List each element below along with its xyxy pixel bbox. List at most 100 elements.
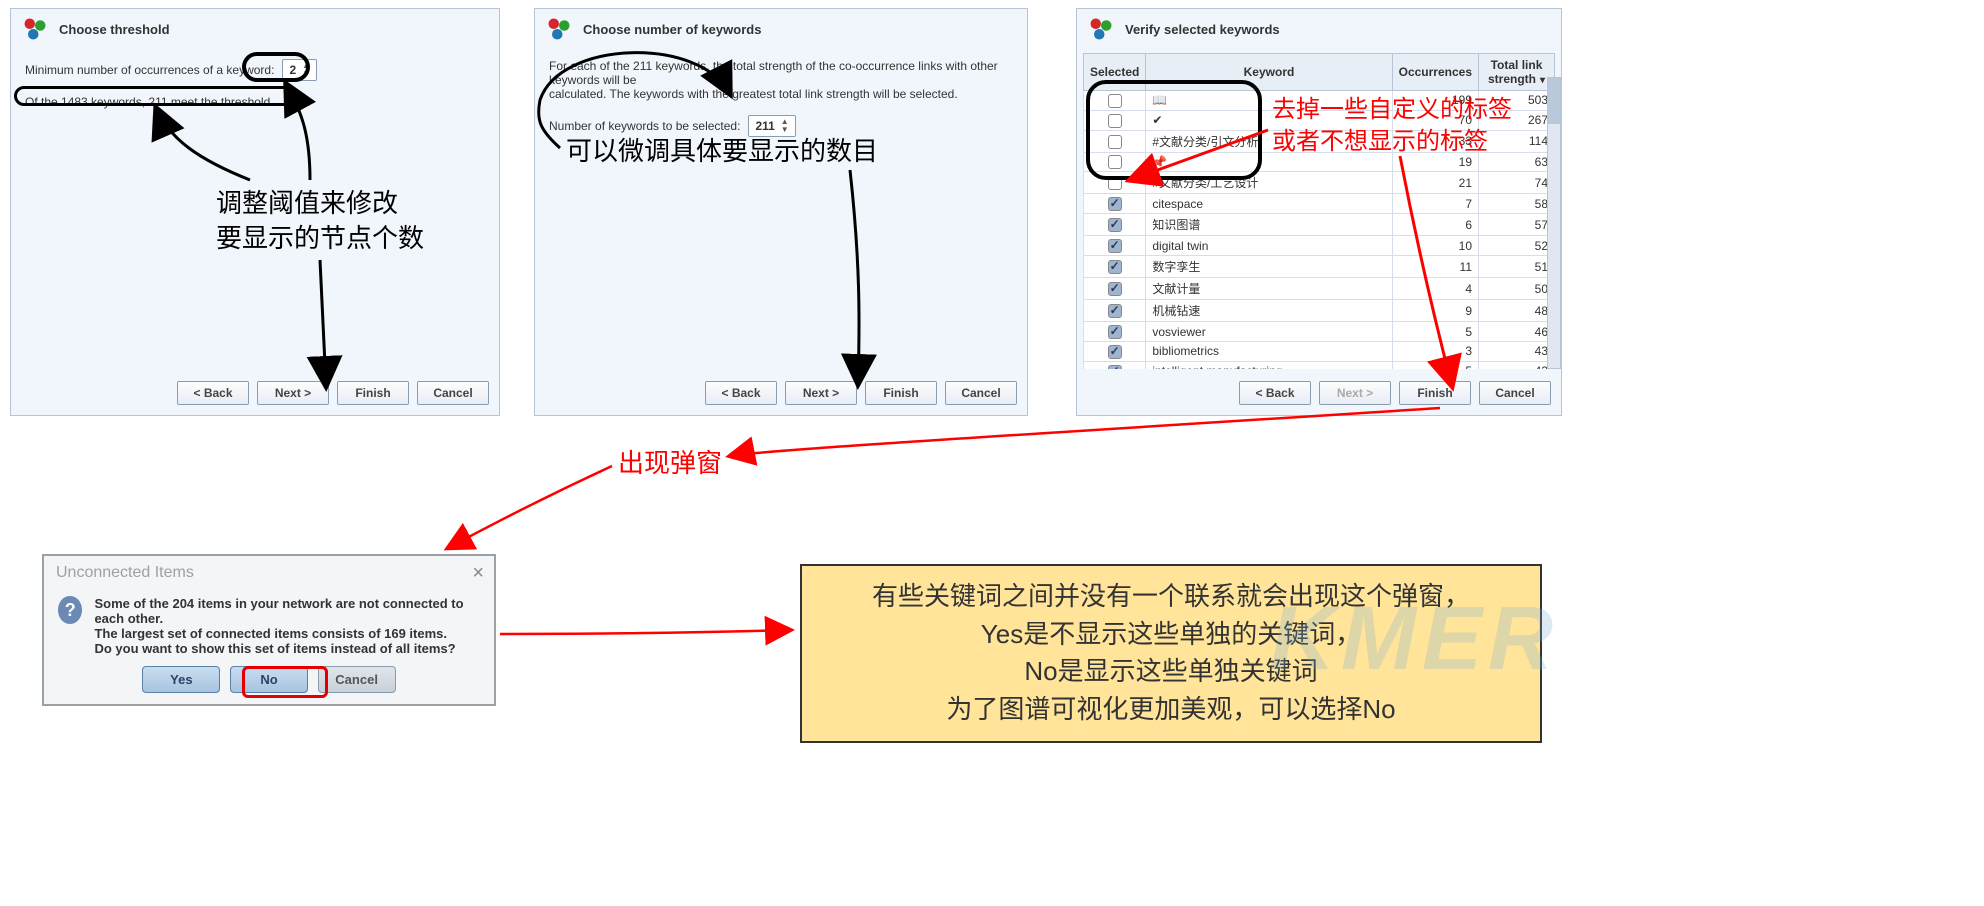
table-row[interactable]: citespace758 [1084, 194, 1555, 214]
cell-keyword: digital twin [1146, 236, 1392, 256]
cell-keyword: #文献分类/工艺设计 [1146, 172, 1392, 194]
table-row[interactable]: 数字孪生1151 [1084, 256, 1555, 278]
back-button[interactable]: < Back [177, 381, 249, 405]
col-strength[interactable]: Total link strength▾ [1479, 54, 1555, 91]
cancel-button[interactable]: Cancel [318, 666, 396, 693]
back-button[interactable]: < Back [705, 381, 777, 405]
cell-occurrences: 5 [1392, 361, 1478, 369]
cell-occurrences: 5 [1392, 322, 1478, 342]
cell-keyword: 文献计量 [1146, 278, 1392, 300]
col-selected[interactable]: Selected [1084, 54, 1146, 91]
panel2-desc1: For each of the 211 keywords, the total … [549, 59, 1013, 87]
table-row[interactable]: vosviewer546 [1084, 322, 1555, 342]
app-icon [545, 15, 573, 43]
cell-keyword: citespace [1146, 194, 1392, 214]
col-occurrences[interactable]: Occurrences [1392, 54, 1478, 91]
cell-strength: 74 [1479, 172, 1555, 194]
finish-button[interactable]: Finish [1399, 381, 1471, 405]
finish-button[interactable]: Finish [337, 381, 409, 405]
cancel-button[interactable]: Cancel [417, 381, 489, 405]
table-row[interactable]: 机械钻速948 [1084, 300, 1555, 322]
table-row[interactable]: #文献分类/工艺设计2174 [1084, 172, 1555, 194]
panel2-desc2: calculated. The keywords with the greate… [549, 87, 1013, 101]
checkbox[interactable] [1108, 176, 1122, 190]
threshold-result-text: Of the 1483 keywords, 211 meet the thres… [25, 95, 485, 109]
cell-occurrences: 7 [1392, 194, 1478, 214]
cell-strength: 51 [1479, 256, 1555, 278]
checkbox[interactable] [1108, 345, 1122, 359]
checkbox[interactable] [1108, 325, 1122, 339]
cell-occurrences: 4 [1392, 278, 1478, 300]
cell-occurrences: 6 [1392, 214, 1478, 236]
table-row[interactable]: digital twin1052 [1084, 236, 1555, 256]
checkbox[interactable] [1108, 155, 1122, 169]
annot-popup: 出现弹窗 [618, 446, 722, 481]
sort-desc-icon: ▾ [1540, 75, 1545, 86]
checkbox[interactable] [1108, 260, 1122, 274]
checkbox[interactable] [1108, 94, 1122, 108]
cell-strength: 46 [1479, 322, 1555, 342]
scrollbar[interactable] [1547, 77, 1561, 369]
panel-verify-keywords: Verify selected keywords Selected Keywor… [1076, 8, 1562, 416]
annot-finetune: 可以微调具体要显示的数目 [566, 134, 878, 169]
question-icon: ? [58, 596, 82, 624]
panel1-title: Choose threshold [59, 22, 170, 37]
checkbox[interactable] [1108, 135, 1122, 149]
panel-choose-number: Choose number of keywords For each of th… [534, 8, 1028, 416]
checkbox[interactable] [1108, 239, 1122, 253]
cell-occurrences: 3 [1392, 341, 1478, 361]
cell-strength: 57 [1479, 214, 1555, 236]
table-row[interactable]: intelligent manufacturing543 [1084, 361, 1555, 369]
min-occurrence-input[interactable]: 2 ▲▼ [282, 59, 317, 81]
next-button[interactable]: Next > [1319, 381, 1391, 405]
next-button[interactable]: Next > [785, 381, 857, 405]
yes-button[interactable]: Yes [142, 666, 220, 693]
cell-occurrences: 10 [1392, 236, 1478, 256]
close-icon[interactable]: × [472, 562, 484, 585]
cell-strength: 52 [1479, 236, 1555, 256]
dialog-line3: Do you want to show this set of items in… [94, 641, 480, 656]
dialog-line2: The largest set of connected items consi… [94, 626, 480, 641]
dialog-title: Unconnected Items [44, 556, 494, 590]
cancel-button[interactable]: Cancel [1479, 381, 1551, 405]
cell-keyword: 机械钻速 [1146, 300, 1392, 322]
finish-button[interactable]: Finish [865, 381, 937, 405]
cell-strength: 48 [1479, 300, 1555, 322]
cell-strength: 43 [1479, 341, 1555, 361]
panel1-header: Choose threshold [11, 9, 499, 49]
cell-keyword: 知识图谱 [1146, 214, 1392, 236]
back-button[interactable]: < Back [1239, 381, 1311, 405]
watermark: KMER [1270, 588, 1559, 691]
cell-keyword: intelligent manufacturing [1146, 361, 1392, 369]
no-button[interactable]: No [230, 666, 308, 693]
table-row[interactable]: bibliometrics343 [1084, 341, 1555, 361]
table-row[interactable]: 知识图谱657 [1084, 214, 1555, 236]
panel2-header: Choose number of keywords [535, 9, 1027, 49]
panel3-title: Verify selected keywords [1125, 22, 1280, 37]
checkbox[interactable] [1108, 218, 1122, 232]
checkbox[interactable] [1108, 282, 1122, 296]
cell-strength: 58 [1479, 194, 1555, 214]
app-icon [1087, 15, 1115, 43]
annot-remove-tags: 去掉一些自定义的标签 或者不想显示的标签 [1272, 94, 1512, 159]
annot-threshold: 调整阈值来修改 要显示的节点个数 [216, 186, 424, 256]
cell-occurrences: 9 [1392, 300, 1478, 322]
cell-keyword: bibliometrics [1146, 341, 1392, 361]
num-keywords-label: Number of keywords to be selected: [549, 119, 740, 133]
cell-strength: 43 [1479, 361, 1555, 369]
col-keyword[interactable]: Keyword [1146, 54, 1392, 91]
panel2-title: Choose number of keywords [583, 22, 761, 37]
app-icon [21, 15, 49, 43]
checkbox[interactable] [1108, 197, 1122, 211]
panel3-header: Verify selected keywords [1077, 9, 1561, 49]
min-occurrence-label: Minimum number of occurrences of a keywo… [25, 63, 274, 77]
cancel-button[interactable]: Cancel [945, 381, 1017, 405]
cell-occurrences: 21 [1392, 172, 1478, 194]
checkbox[interactable] [1108, 114, 1122, 128]
dialog-unconnected-items: Unconnected Items × ? Some of the 204 it… [42, 554, 496, 706]
checkbox[interactable] [1108, 304, 1122, 318]
table-row[interactable]: 文献计量450 [1084, 278, 1555, 300]
next-button[interactable]: Next > [257, 381, 329, 405]
checkbox[interactable] [1108, 365, 1122, 369]
cell-occurrences: 11 [1392, 256, 1478, 278]
